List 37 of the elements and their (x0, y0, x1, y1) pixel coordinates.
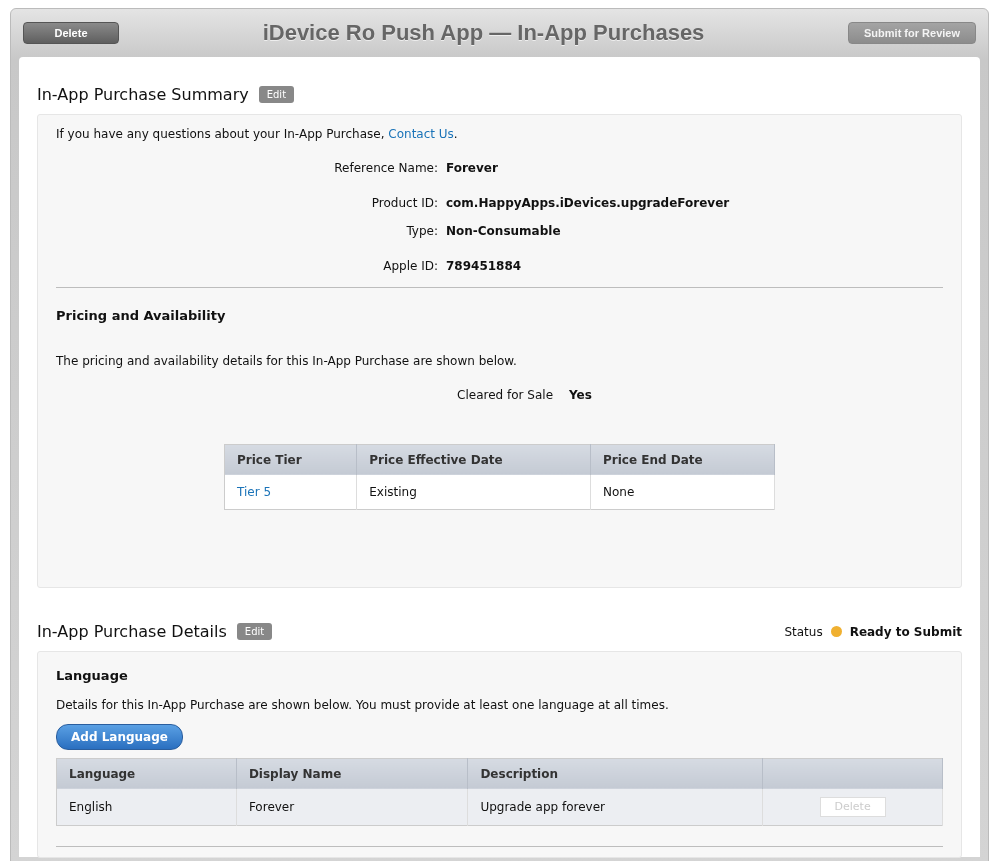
edit-button[interactable]: Edit (258, 86, 295, 104)
column-header: Description (467, 758, 763, 789)
description-text: The pricing and availability details for this In-App Purchase are shown below. (56, 352, 518, 370)
section-heading: In-App Purchase Summary (37, 85, 249, 105)
field-label: Cleared for Sale (457, 386, 554, 404)
table-cell: Upgrade app forever (467, 788, 763, 826)
subsection-heading: Pricing and Availability (56, 308, 227, 324)
delete-button[interactable]: Delete (23, 22, 119, 44)
status-value: Ready to Submit (849, 623, 962, 641)
field-value: Non-Consumable (446, 223, 562, 241)
add-language-button[interactable]: Add Language (56, 723, 183, 750)
table-cell: None (590, 474, 775, 510)
intro-text: If you have any questions about your In-App Purchase, Contact Us. (56, 126, 459, 144)
field-label: Product ID: (370, 195, 438, 213)
table-cell: Existing (356, 474, 591, 510)
field-label: Reference Name: (333, 160, 438, 178)
contact-us-link[interactable]: Contact Us (388, 127, 454, 142)
field-value: Forever (446, 160, 499, 178)
table-cell: Forever (236, 788, 468, 826)
edit-button[interactable]: Edit (236, 623, 273, 641)
section-heading: In-App Purchase Details (37, 622, 227, 642)
field-label: Apple ID: (382, 258, 438, 276)
field-value: com.HappyApps.iDevices.upgradeForever (446, 195, 731, 213)
subsection-heading: Language (56, 668, 129, 684)
table-cell: English (56, 788, 237, 826)
column-header: Price Effective Date (356, 444, 591, 475)
field-value: 789451884 (446, 258, 523, 276)
field-label: Type: (405, 223, 438, 241)
price-tier-link[interactable]: Tier 5 (237, 484, 272, 499)
description-text: Details for this In-App Purchase are shown below. You must provide at least one language at all times. (56, 696, 670, 714)
column-header: Price End Date (590, 444, 775, 475)
status-label: Status (784, 623, 823, 641)
page-title: iDevice Ro Push App — In-App Purchases (262, 20, 705, 46)
column-header: Language (56, 758, 237, 789)
column-header: Price Tier (224, 444, 357, 475)
column-header: Display Name (236, 758, 468, 789)
field-value: Yes (569, 386, 592, 404)
